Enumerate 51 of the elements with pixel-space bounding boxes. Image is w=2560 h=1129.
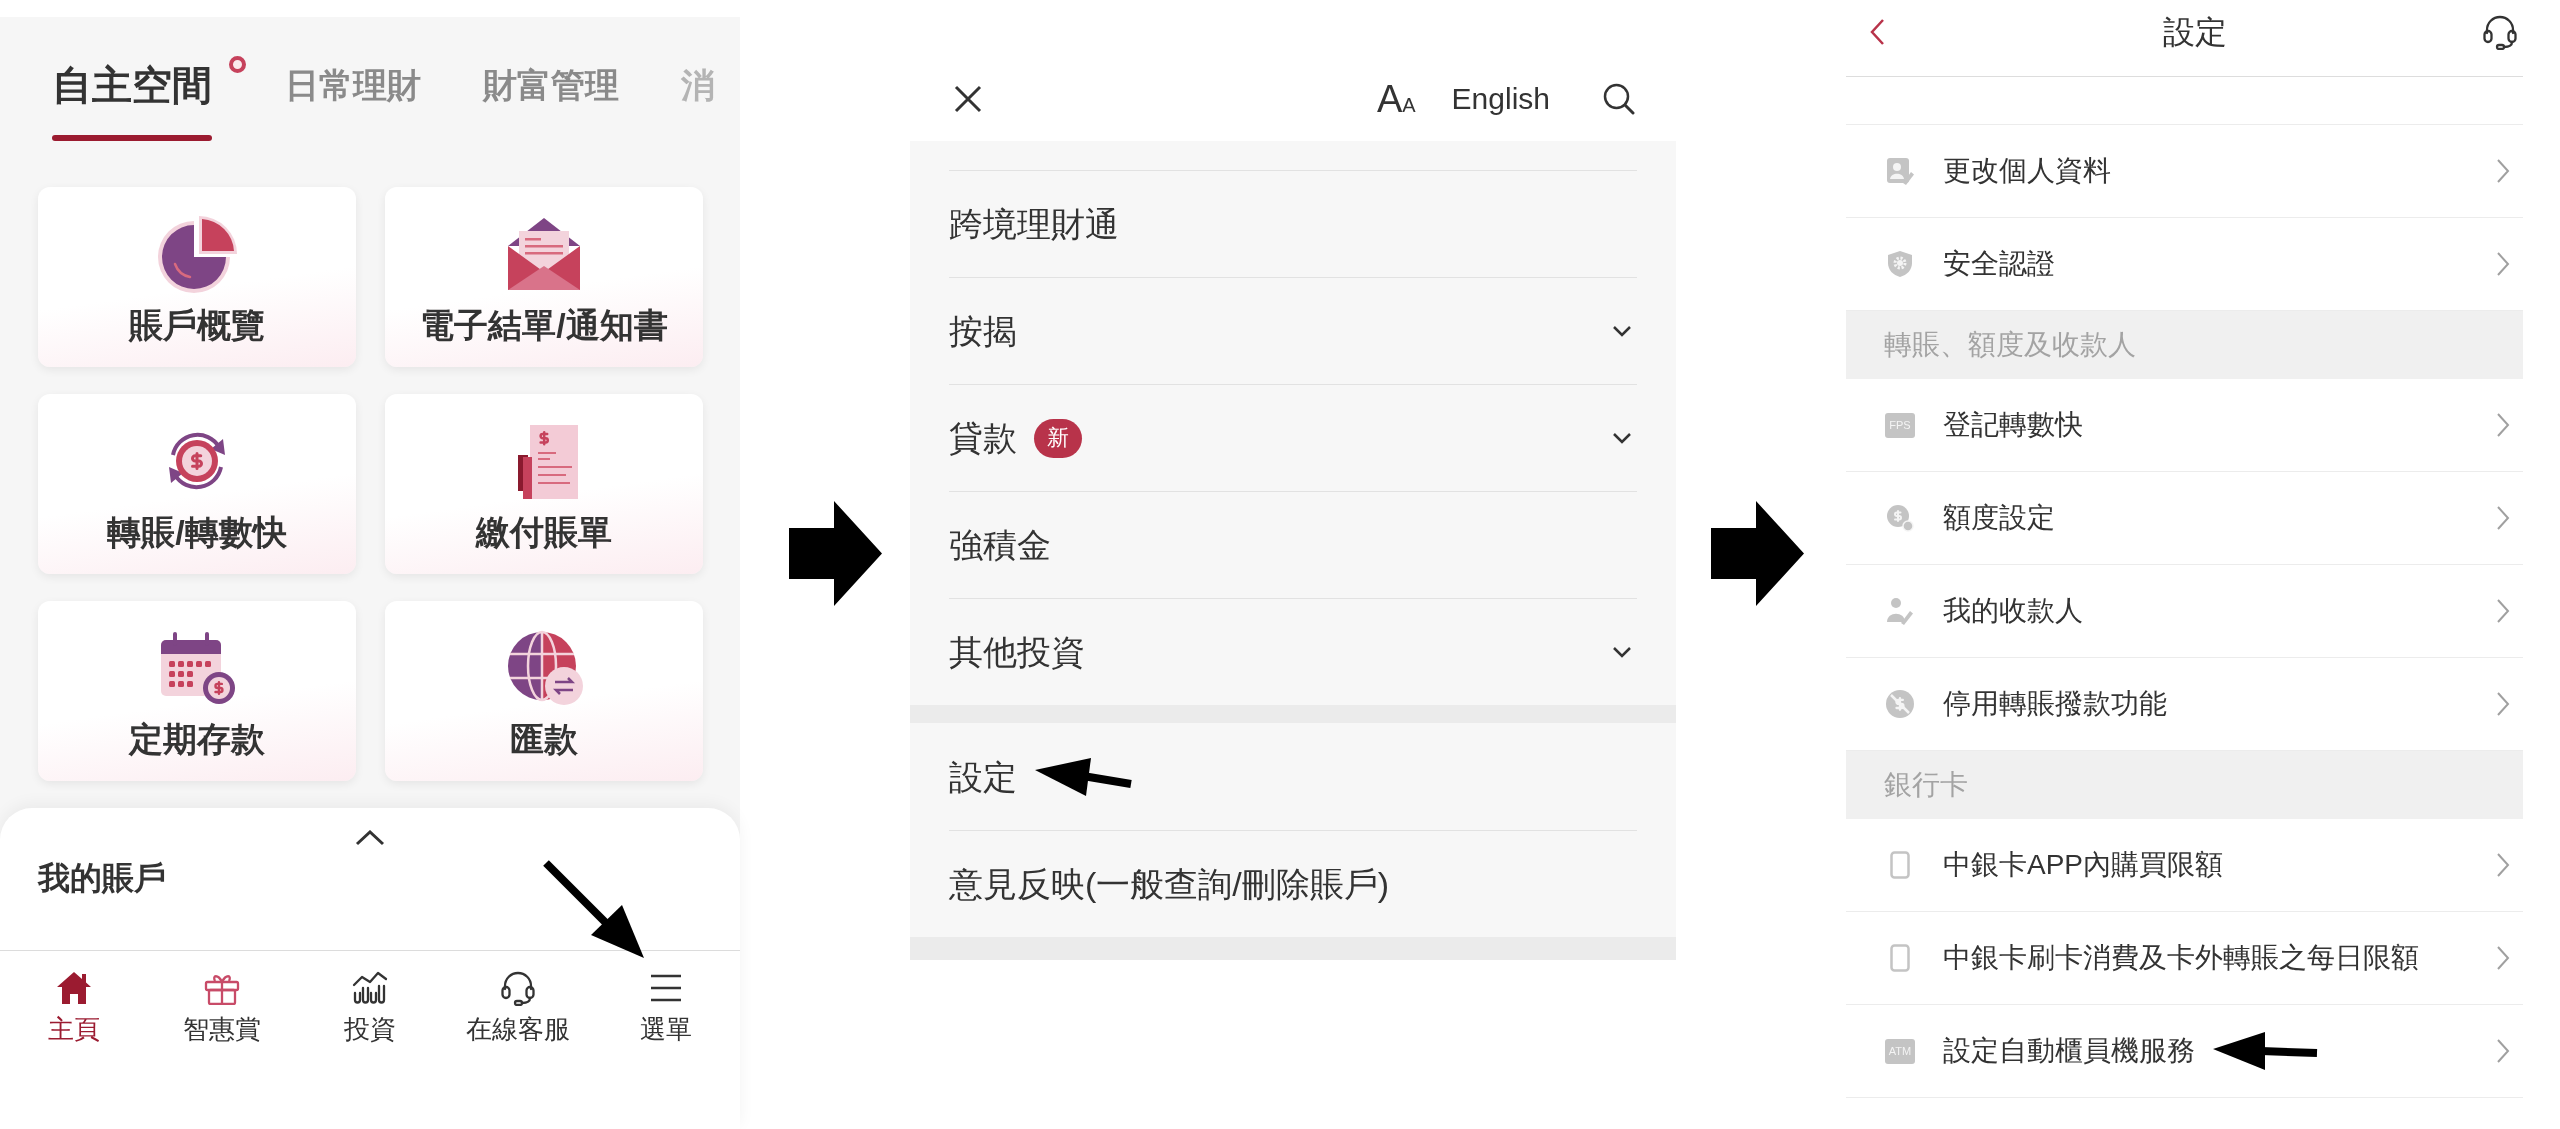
close-button[interactable] [954,84,982,113]
search-button[interactable] [1603,82,1635,115]
service-tile[interactable]: 賬戶概覽 [38,187,356,367]
headset-icon [500,970,536,1006]
service-tile[interactable]: 轉賬/轉數快 [38,394,356,574]
pie-chart-icon [157,214,237,294]
phone-icon [1890,944,1910,972]
sheet-title: 我的賬戶 [38,862,166,894]
nav-tab[interactable]: 智惠賞 [183,951,261,1042]
bar-chart-icon [351,971,389,1005]
tab[interactable]: 自主空間 [52,56,246,141]
chevron-right-icon [2496,1038,2510,1064]
shield-icon [1887,250,1913,278]
menu-icon [650,974,682,1002]
service-tile[interactable]: 繳付賬單 [385,394,703,574]
nav-tab[interactable]: 投資 [344,951,396,1042]
text-size-button[interactable]: AA [1376,79,1416,118]
nav-tab[interactable]: 在線客服 [466,951,570,1042]
service-tile[interactable]: 匯款 [385,601,703,781]
service-tile[interactable]: 電子結單/通知書 [385,187,703,367]
language-button[interactable]: English [1451,83,1550,114]
right-arrow-icon [1711,501,1804,606]
section-header: 轉賬、額度及收款人 [1846,311,2523,379]
chevron-right-icon [2496,852,2510,878]
right-arrow-icon [789,501,882,606]
person-pencil-icon [1886,597,1914,625]
back-icon [1869,18,1885,46]
chevron-right-icon [2496,158,2510,184]
chevron-right-icon [2496,412,2510,438]
customer-service-button[interactable] [2482,14,2518,50]
chevron-up-icon[interactable] [355,830,385,846]
chevron-right-icon [2496,505,2510,531]
chevron-right-icon [2496,251,2510,277]
home-icon [56,971,92,1005]
person-pencil-icon [1886,157,1914,185]
new-badge: 新 [1034,418,1082,458]
page-title: 設定 [2162,16,2227,48]
nav-tab[interactable]: 主頁 [48,951,100,1042]
chevron-right-icon [2496,598,2510,624]
dollar-coin-icon [1886,504,1914,532]
service-tile[interactable]: 定期存款 [38,601,356,781]
chevron-right-icon [2496,691,2510,717]
phone-icon [1890,851,1910,879]
crossed-dollar-icon [1885,689,1915,719]
search-icon [1603,82,1635,115]
section-header: 銀行卡 [1846,751,2523,819]
chevron-right-icon [2496,945,2510,971]
nav-tab[interactable]: 選單 [640,951,692,1042]
back-button[interactable] [1869,18,1885,46]
close-icon [954,84,982,113]
headset-icon [2482,14,2518,50]
